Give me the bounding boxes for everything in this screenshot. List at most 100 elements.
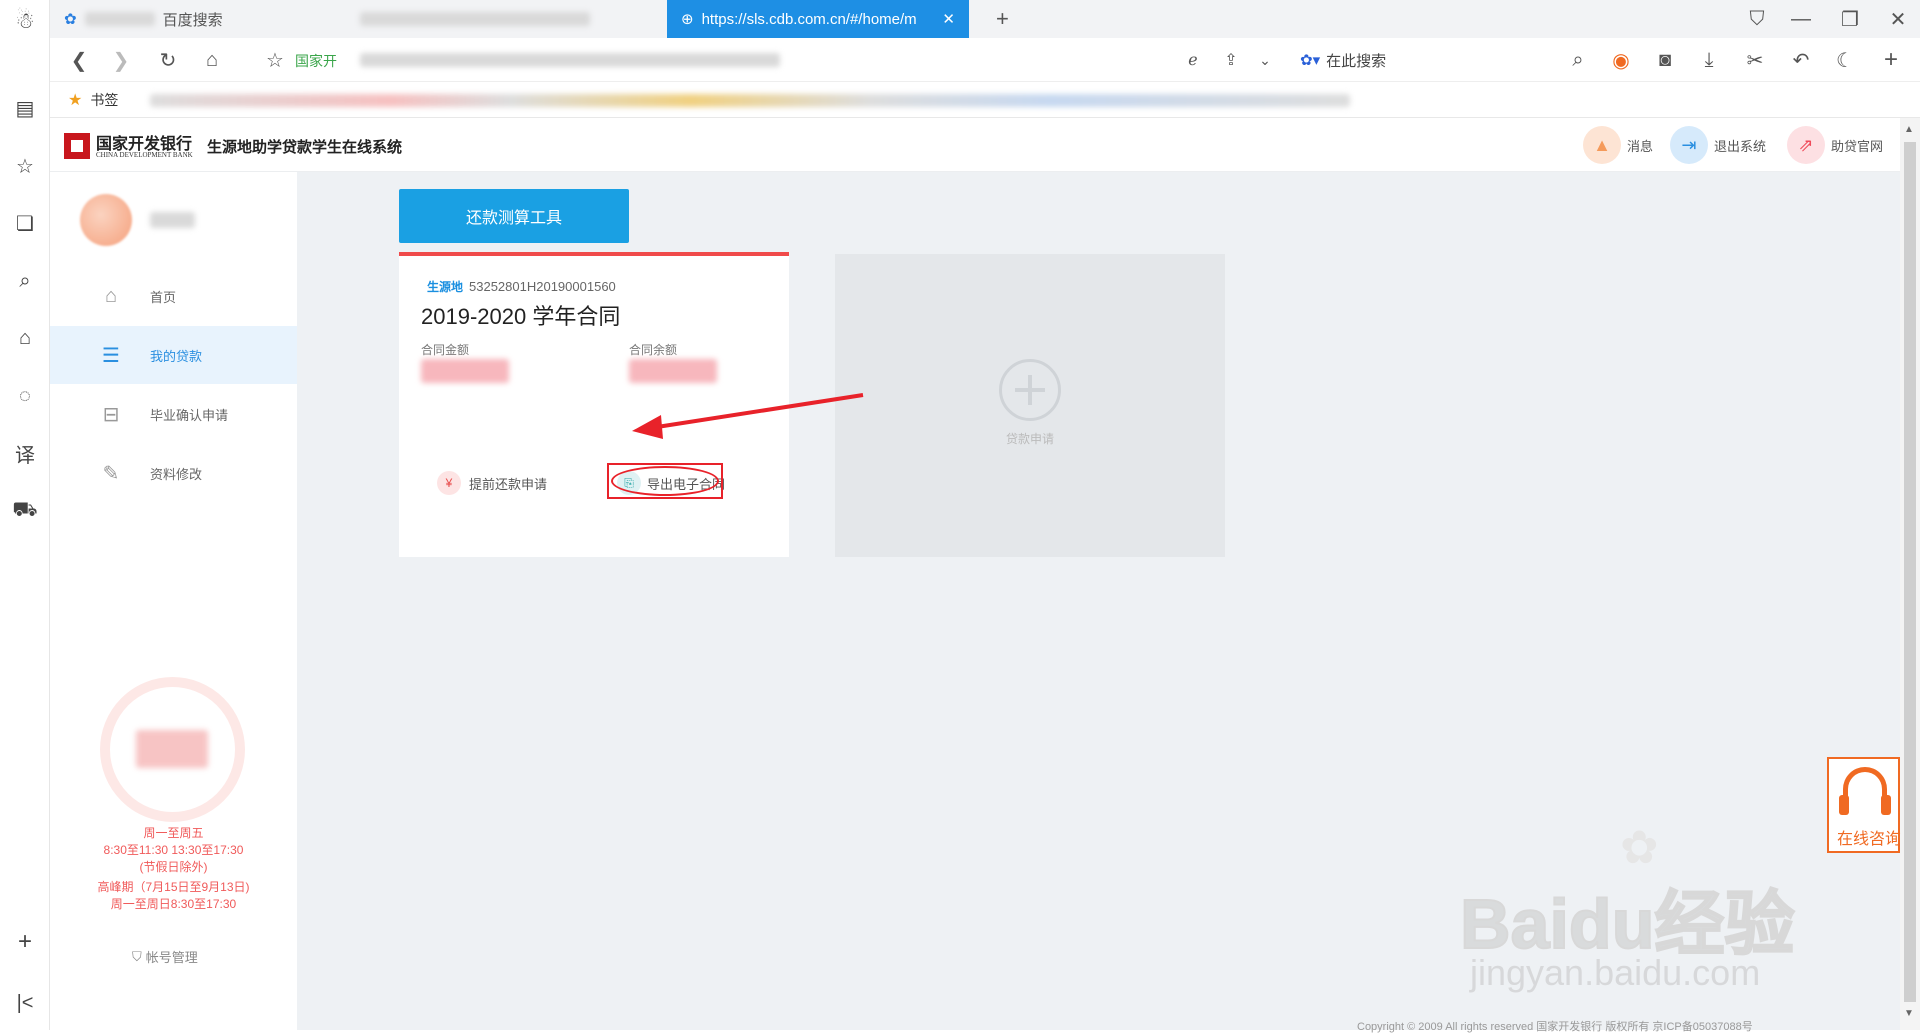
browser-toolbar: ❮ ❯ ↻ ⌂ ☆ 国家开 ℯ ⇪ ⌄ ✿▾ 在此搜索 ⌕ ◉ ◙ ⤓ ✂ ↶ … bbox=[50, 38, 1920, 82]
scroll-down-icon[interactable]: ▼ bbox=[1904, 1008, 1914, 1019]
loan-application-card[interactable]: 贷款申请 bbox=[835, 254, 1225, 557]
sidebar-item-label: 毕业确认申请 bbox=[150, 407, 229, 423]
app-sidebar: ⌂ 首页 ☰ 我的贷款 ⊟ 毕业确认申请 ✎ 资料修改 周一至周五 8:30至1… bbox=[50, 172, 297, 1030]
share-icon[interactable]: ⇪ bbox=[1216, 45, 1246, 75]
game-icon[interactable]: ◉ bbox=[1606, 45, 1636, 75]
download-icon[interactable]: ⤓ bbox=[1694, 45, 1724, 75]
chat-icon[interactable]: ◌ bbox=[10, 381, 40, 411]
footer-copyright: Copyright © 2009 All rights reserved 国家开… bbox=[1357, 1021, 1753, 1033]
briefcase-icon[interactable]: ⌂ bbox=[10, 323, 40, 353]
blurred-text bbox=[84, 12, 155, 26]
close-window-icon[interactable]: ✕ bbox=[1883, 4, 1913, 34]
search-icon[interactable]: ⌕ bbox=[10, 266, 40, 296]
sidebar-item-graduation-confirm[interactable]: ⊟ 毕业确认申请 bbox=[50, 385, 297, 443]
baidu-paw-icon: ✿▾ bbox=[1300, 52, 1321, 69]
sidebar-item-edit-profile[interactable]: ✎ 资料修改 bbox=[50, 444, 297, 502]
scroll-thumb[interactable] bbox=[1904, 142, 1916, 1002]
new-tab-button[interactable]: + bbox=[982, 0, 1023, 38]
home-icon: ⌂ bbox=[104, 284, 118, 307]
logout-icon: ⇥ bbox=[1670, 126, 1708, 164]
blurred-contract-amount bbox=[421, 359, 509, 383]
forward-icon[interactable]: ❯ bbox=[106, 45, 136, 75]
search-go-icon[interactable]: ⌕ bbox=[1563, 45, 1593, 75]
tab-label: https://sls.cdb.com.cn/#/home/m bbox=[701, 10, 917, 28]
tab-baidu[interactable]: ✿ 百度搜索 bbox=[50, 0, 340, 38]
prepay-application-button[interactable]: ¥ 提前还款申请 bbox=[437, 471, 547, 495]
tab-label: 百度搜索 bbox=[162, 11, 223, 29]
favorite-star-icon[interactable]: ☆ bbox=[260, 45, 290, 75]
globe-icon: ⊕ bbox=[681, 11, 694, 28]
search-box[interactable]: ✿▾ 在此搜索 bbox=[1300, 46, 1560, 74]
browser-avatar-icon[interactable]: ☃ bbox=[10, 6, 40, 36]
favorites-star-icon[interactable]: ☆ bbox=[10, 151, 40, 181]
reader-icon[interactable]: ▤ bbox=[10, 93, 40, 123]
service-hours-line: (节假日除外) bbox=[139, 860, 208, 874]
restore-icon[interactable]: ❐ bbox=[1835, 4, 1865, 34]
undo-icon[interactable]: ↶ bbox=[1786, 45, 1816, 75]
translate-icon[interactable]: 译 bbox=[10, 438, 40, 468]
system-name: 生源地助学贷款学生在线系统 bbox=[207, 138, 403, 156]
plus-circle-icon bbox=[999, 359, 1061, 421]
logout-button[interactable]: ⇥ 退出系统 bbox=[1670, 125, 1766, 165]
paw-watermark-icon: ✿ bbox=[1620, 821, 1659, 873]
paw-icon: ✿ bbox=[64, 11, 77, 28]
add-icon[interactable]: + bbox=[10, 927, 40, 957]
back-icon[interactable]: ❮ bbox=[64, 45, 94, 75]
ie-icon[interactable]: ℯ bbox=[1178, 45, 1208, 75]
sidebar-item-label: 资料修改 bbox=[150, 466, 203, 482]
scroll-up-icon[interactable]: ▲ bbox=[1904, 124, 1914, 135]
headset-right-ear bbox=[1881, 795, 1891, 815]
account-management-link[interactable]: ⛉ 帐号管理 bbox=[132, 947, 198, 966]
inbox-icon: ⊟ bbox=[102, 403, 120, 426]
bookmarks-bar: ★ 书签 bbox=[50, 82, 1920, 118]
external-link-icon: ⇗ bbox=[1787, 126, 1825, 164]
cart-icon[interactable]: ⛟ bbox=[10, 496, 40, 526]
sidebar-item-my-loans[interactable]: ☰ 我的贷款 bbox=[50, 326, 297, 384]
sidebar-item-home[interactable]: ⌂ 首页 bbox=[50, 267, 297, 325]
list-icon: ☰ bbox=[102, 344, 120, 367]
add-icon[interactable]: + bbox=[1876, 45, 1906, 75]
service-hours-line: 8:30至11:30 13:30至17:30 bbox=[103, 843, 244, 857]
cdb-logo-icon bbox=[64, 133, 90, 159]
avatar[interactable] bbox=[80, 194, 132, 246]
logout-label: 退出系统 bbox=[1714, 138, 1767, 154]
chevron-down-icon[interactable]: ⌄ bbox=[1250, 45, 1280, 75]
account-management-label: 帐号管理 bbox=[145, 950, 198, 965]
page-scrollbar[interactable]: ▲ ▼ bbox=[1900, 118, 1920, 1030]
bell-icon: ▲ bbox=[1583, 126, 1621, 164]
sidebar-item-label: 首页 bbox=[150, 289, 177, 305]
yen-icon: ¥ bbox=[437, 471, 461, 495]
blurred-bookmarks bbox=[150, 94, 1350, 107]
scissors-icon[interactable]: ✂ bbox=[1740, 45, 1770, 75]
annotation-arrow bbox=[632, 393, 864, 439]
repayment-calculator-button[interactable]: 还款测算工具 bbox=[399, 189, 629, 243]
blurred-hotline bbox=[136, 730, 208, 768]
brand-en: CHINA DEVELOPMENT BANK bbox=[96, 151, 193, 159]
bookmarks-button[interactable]: ★ 书签 bbox=[68, 90, 118, 110]
sidebar-item-label: 我的贷款 bbox=[150, 348, 203, 364]
book-icon[interactable]: ❏ bbox=[10, 208, 40, 238]
tab-bar: ✿ 百度搜索 ⊕ https://sls.cdb.com.cn/#/home/m… bbox=[50, 0, 1920, 38]
contract-amount-label: 合同金额 bbox=[421, 343, 470, 357]
blurred-tab bbox=[360, 12, 590, 26]
contract-balance-label: 合同余额 bbox=[629, 343, 678, 357]
messages-button[interactable]: ▲ 消息 bbox=[1583, 125, 1653, 165]
home-icon[interactable]: ⌂ bbox=[197, 45, 227, 75]
blurred-address bbox=[360, 53, 780, 67]
browser-left-rail: ☃ ▤ ☆ ❏ ⌕ ⌂ ◌ 译 ⛟ + |< bbox=[0, 0, 50, 1030]
minimize-icon[interactable]: — bbox=[1786, 4, 1816, 34]
service-hours-line: 高峰期（7月15日至9月13日) bbox=[97, 880, 250, 894]
service-hours-line: 周一至周日8:30至17:30 bbox=[110, 897, 237, 911]
official-site-button[interactable]: ⇗ 助贷官网 bbox=[1787, 125, 1883, 165]
refresh-icon[interactable]: ↻ bbox=[153, 45, 183, 75]
skin-icon[interactable]: ⛉ bbox=[1742, 4, 1772, 34]
address-prefix[interactable]: 国家开 bbox=[295, 51, 337, 71]
close-tab-icon[interactable]: ✕ bbox=[942, 10, 955, 28]
star-icon: ★ bbox=[68, 92, 83, 109]
tab-active[interactable]: ⊕ https://sls.cdb.com.cn/#/home/m ✕ bbox=[667, 0, 969, 38]
night-mode-icon[interactable]: ☾ bbox=[1830, 45, 1860, 75]
messages-label: 消息 bbox=[1627, 138, 1654, 154]
camera-icon[interactable]: ◙ bbox=[1650, 45, 1680, 75]
collapse-rail-icon[interactable]: |< bbox=[10, 988, 40, 1018]
search-placeholder: 在此搜索 bbox=[1326, 52, 1387, 70]
